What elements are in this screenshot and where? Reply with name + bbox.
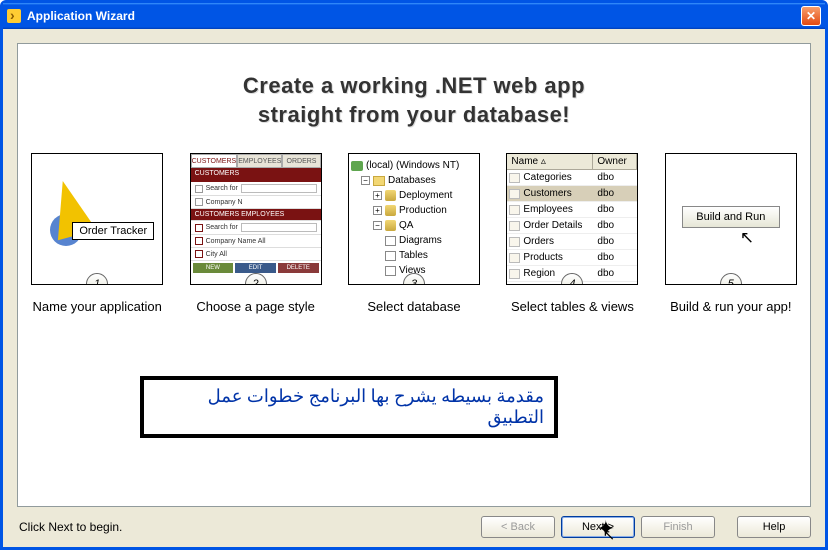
ps-tab: CUSTOMERS bbox=[191, 154, 238, 168]
finish-button[interactable]: Finish bbox=[641, 516, 715, 538]
database-icon bbox=[385, 205, 396, 216]
table-icon bbox=[509, 173, 520, 183]
step-3-thumb: (local) (Windows NT) −Databases +Deploym… bbox=[348, 153, 480, 285]
server-icon bbox=[351, 161, 363, 171]
steps-row: Order Tracker 1 Name your application CU… bbox=[18, 153, 810, 314]
app-name-label: Order Tracker bbox=[72, 222, 154, 240]
step-3: (local) (Windows NT) −Databases +Deploym… bbox=[341, 153, 487, 314]
step-2-thumb: CUSTOMERS EMPLOYEES ORDERS CUSTOMERS Sea… bbox=[190, 153, 322, 285]
close-button[interactable]: ✕ bbox=[801, 6, 821, 26]
step-3-caption: Select database bbox=[367, 299, 460, 314]
ps-strip: CUSTOMERS bbox=[191, 168, 321, 182]
table-row: Categoriesdbo bbox=[507, 170, 637, 186]
help-button[interactable]: Help bbox=[737, 516, 811, 538]
cursor-icon: ↖ bbox=[740, 228, 754, 248]
step-5: Build and Run ↖ 5 Build & run your app! bbox=[658, 153, 804, 314]
table-row: Employeesdbo bbox=[507, 202, 637, 218]
diagram-icon bbox=[385, 236, 396, 246]
table-icon bbox=[509, 189, 520, 199]
table-icon bbox=[385, 251, 396, 261]
table-icon bbox=[509, 237, 520, 247]
step-2: CUSTOMERS EMPLOYEES ORDERS CUSTOMERS Sea… bbox=[182, 153, 328, 314]
database-icon bbox=[385, 190, 396, 201]
footer: Click Next to begin. < Back Next > Finis… bbox=[17, 507, 811, 547]
content-area: Create a working .NET web app straight f… bbox=[3, 29, 825, 547]
database-icon bbox=[385, 220, 396, 231]
step-1-thumb: Order Tracker 1 bbox=[31, 153, 163, 285]
inner-panel: Create a working .NET web app straight f… bbox=[17, 43, 811, 507]
step-1-caption: Name your application bbox=[33, 299, 162, 314]
table-row: Order Detailsdbo bbox=[507, 218, 637, 234]
table-icon bbox=[509, 221, 520, 231]
wizard-window: Application Wizard ✕ Create a working .N… bbox=[0, 0, 828, 550]
table-icon bbox=[509, 205, 520, 215]
back-button[interactable]: < Back bbox=[481, 516, 555, 538]
table-row: Customersdbo bbox=[507, 186, 637, 202]
headline-line2: straight from your database! bbox=[18, 101, 810, 130]
window-title: Application Wizard bbox=[27, 9, 135, 23]
titlebar[interactable]: Application Wizard ✕ bbox=[3, 3, 825, 29]
ps-tab: ORDERS bbox=[282, 154, 320, 168]
table-icon bbox=[509, 269, 520, 279]
step-5-thumb: Build and Run ↖ 5 bbox=[665, 153, 797, 285]
step-1-badge: 1 bbox=[86, 273, 108, 285]
headline-line1: Create a working .NET web app bbox=[18, 72, 810, 101]
next-button[interactable]: Next > bbox=[561, 516, 635, 538]
footer-hint: Click Next to begin. bbox=[19, 520, 122, 534]
table-row: Productsdbo bbox=[507, 250, 637, 266]
view-icon bbox=[385, 266, 396, 276]
step-1: Order Tracker 1 Name your application bbox=[24, 153, 170, 314]
table-row: Ordersdbo bbox=[507, 234, 637, 250]
ps-tab: EMPLOYEES bbox=[237, 154, 282, 168]
step-4-caption: Select tables & views bbox=[511, 299, 634, 314]
build-run-button: Build and Run bbox=[682, 206, 780, 228]
step-4-thumb: Name ▵ Owner CategoriesdboCustomersdboEm… bbox=[506, 153, 638, 285]
headline: Create a working .NET web app straight f… bbox=[18, 72, 810, 129]
table-icon bbox=[509, 253, 520, 263]
step-5-caption: Build & run your app! bbox=[670, 299, 791, 314]
folder-icon bbox=[373, 176, 385, 186]
app-icon bbox=[7, 9, 21, 23]
step-2-caption: Choose a page style bbox=[196, 299, 315, 314]
step-4: Name ▵ Owner CategoriesdboCustomersdboEm… bbox=[499, 153, 645, 314]
arabic-description: مقدمة بسيطه يشرح بها البرنامج خطوات عمل … bbox=[140, 376, 558, 438]
step-5-badge: 5 bbox=[720, 273, 742, 285]
